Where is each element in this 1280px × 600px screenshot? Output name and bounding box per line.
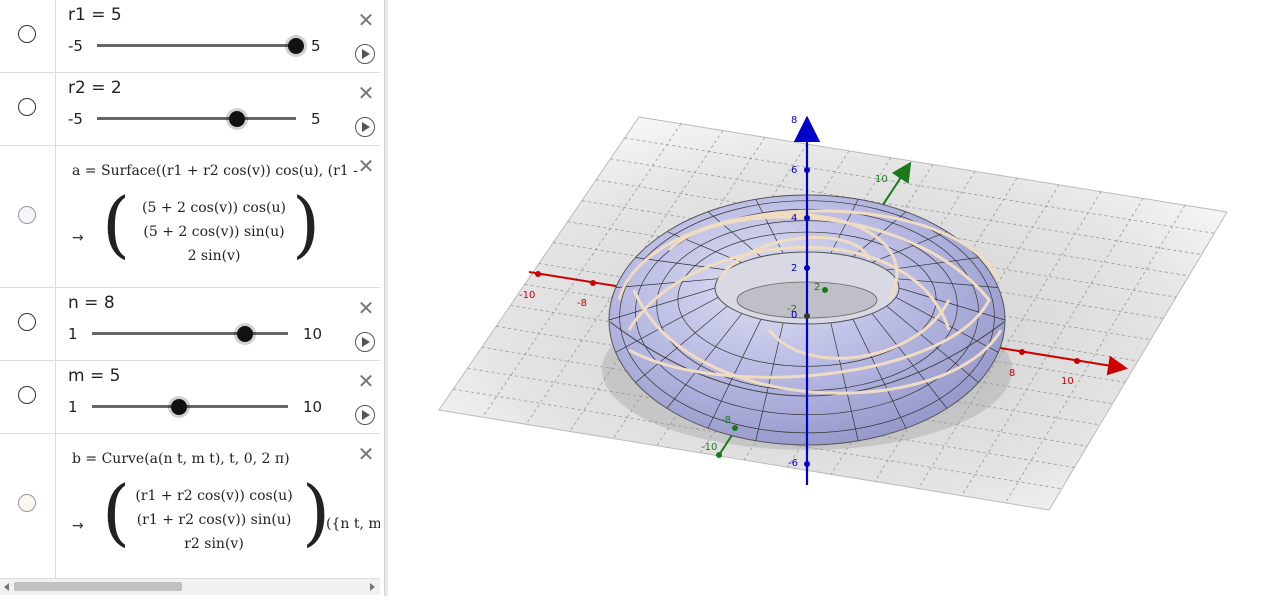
view-divider[interactable]	[384, 0, 388, 596]
origin-point	[804, 313, 810, 319]
slider-min-n: 1	[68, 325, 78, 343]
matrix-row-y: (5 + 2 cos(v)) sin(u)	[143, 224, 285, 240]
visibility-toggle-column	[0, 361, 56, 433]
z-tick-label: 6	[791, 165, 797, 176]
algebra-row-curve-b[interactable]: b = Curve(a(n t, m t), t, 0, 2 π) ✕ → ( …	[0, 434, 380, 578]
algebra-row-m[interactable]: m = 5 1 10 ✕	[0, 361, 380, 434]
algebra-row-surface-a[interactable]: a = Surface((r1 + r2 cos(v)) cos(u), (r1…	[0, 146, 380, 288]
close-icon[interactable]: ✕	[356, 444, 376, 464]
matrix-row-y: (r1 + r2 cos(v)) sin(u)	[136, 512, 292, 528]
play-icon[interactable]	[355, 44, 375, 64]
slider-thumb-m[interactable]	[171, 399, 187, 415]
slider-thumb-r2[interactable]	[229, 111, 245, 127]
play-icon[interactable]	[355, 405, 375, 425]
visibility-toggle-m[interactable]	[18, 386, 36, 404]
x-tick-label: -10	[519, 290, 535, 301]
algebra-row-n[interactable]: n = 8 1 10 ✕	[0, 288, 380, 361]
visibility-toggle-r2[interactable]	[18, 98, 36, 116]
z-tick-label: 8	[791, 115, 797, 126]
slider-track-n[interactable]	[92, 332, 288, 335]
close-icon[interactable]: ✕	[356, 371, 376, 391]
slider-min-m: 1	[68, 398, 78, 416]
slider-thumb-n[interactable]	[237, 326, 253, 342]
slider-thumb-r1[interactable]	[288, 38, 304, 54]
visibility-toggle-column	[0, 288, 56, 360]
slider-min-r1: -5	[68, 37, 83, 55]
x-tick-label: 8	[1009, 368, 1015, 379]
right-paren: )	[302, 470, 331, 554]
slider-max-m: 10	[303, 398, 323, 416]
close-icon[interactable]: ✕	[356, 298, 376, 318]
slider-track-r1[interactable]	[97, 44, 296, 47]
visibility-toggle-r1[interactable]	[18, 25, 36, 43]
z-tick-label: 4	[791, 213, 797, 224]
scroll-left-icon[interactable]	[4, 583, 9, 591]
y-tick-label: 2	[814, 282, 820, 293]
slider-label-n[interactable]: n = 8	[68, 293, 115, 313]
play-icon[interactable]	[355, 332, 375, 352]
visibility-toggle-column	[0, 146, 56, 287]
curve-definition[interactable]: b = Curve(a(n t, m t), t, 0, 2 π)	[72, 451, 290, 467]
matrix-row-x: (5 + 2 cos(v)) cos(u)	[142, 200, 286, 216]
close-icon[interactable]: ✕	[356, 10, 376, 30]
graphics-3d-canvas[interactable]: -10 -8 8 10 -10 -8 -2 2 10 8 6 4 2 0 -6	[389, 0, 1280, 596]
graphics-3d-view[interactable]: -10 -8 8 10 -10 -8 -2 2 10 8 6 4 2 0 -6	[389, 0, 1280, 596]
play-icon[interactable]	[355, 117, 375, 137]
slider-max-n: 10	[303, 325, 323, 343]
y-tick-label: -10	[701, 442, 717, 453]
visibility-toggle-n[interactable]	[18, 313, 36, 331]
slider-max-r1: 5	[311, 37, 321, 55]
slider-label-r1[interactable]: r1 = 5	[68, 5, 122, 25]
scroll-right-icon[interactable]	[370, 583, 375, 591]
matrix-row-x: (r1 + r2 cos(v)) cos(u)	[135, 488, 293, 504]
slider-track-m[interactable]	[92, 405, 288, 408]
slider-max-r2: 5	[311, 110, 321, 128]
surface-definition[interactable]: a = Surface((r1 + r2 cos(v)) cos(u), (r1…	[72, 163, 358, 179]
visibility-toggle-a[interactable]	[18, 206, 36, 224]
algebra-view: r1 = 5 -5 5 ✕ r2 = 2 -5 5 ✕ a = Surface(…	[0, 0, 380, 578]
visibility-toggle-column	[0, 434, 56, 578]
slider-track-r2[interactable]	[97, 117, 296, 120]
slider-min-r2: -5	[68, 110, 83, 128]
z-tick-label: 2	[791, 263, 797, 274]
z-tick-label: 0	[791, 310, 797, 321]
algebra-row-r2[interactable]: r2 = 2 -5 5 ✕	[0, 73, 380, 146]
visibility-toggle-column	[0, 0, 56, 72]
visibility-toggle-b[interactable]	[18, 494, 36, 512]
slider-label-m[interactable]: m = 5	[68, 366, 120, 386]
x-tick-label: 10	[1061, 376, 1074, 387]
matrix-row-z: 2 sin(v)	[187, 248, 241, 264]
z-tick-label: -6	[788, 458, 798, 469]
right-paren: )	[292, 182, 321, 266]
x-tick-label: -8	[577, 298, 587, 309]
scrollbar-thumb[interactable]	[14, 582, 182, 591]
close-icon[interactable]: ✕	[356, 156, 376, 176]
slider-label-r2[interactable]: r2 = 2	[68, 78, 122, 98]
curve-tail-text: ({n t, m	[326, 516, 380, 532]
visibility-toggle-column	[0, 73, 56, 145]
algebra-row-r1[interactable]: r1 = 5 -5 5 ✕	[0, 0, 380, 73]
close-icon[interactable]: ✕	[356, 83, 376, 103]
arrow-icon: →	[72, 518, 84, 534]
algebra-horizontal-scrollbar[interactable]	[0, 578, 380, 595]
y-tick-label: -8	[721, 415, 731, 426]
matrix-row-z: r2 sin(v)	[184, 536, 244, 552]
y-tick-label: 10	[875, 174, 888, 185]
arrow-icon: →	[72, 230, 84, 246]
